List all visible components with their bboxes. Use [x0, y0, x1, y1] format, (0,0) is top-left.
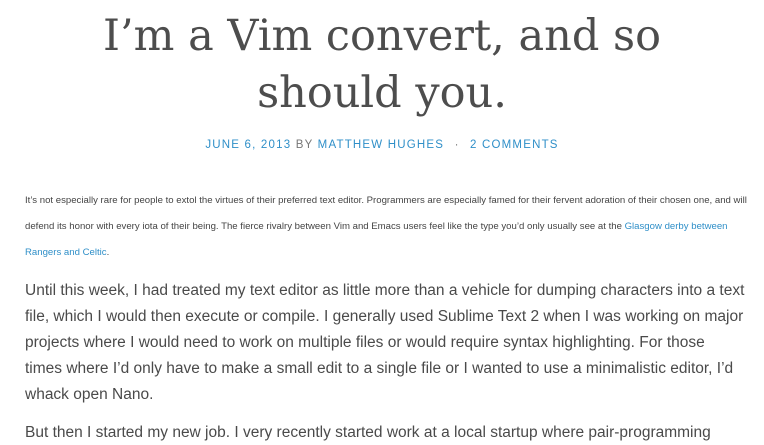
byline-by: BY — [295, 139, 314, 151]
article-title: I’m a Vim convert, and so should you. — [103, 11, 661, 118]
author-link[interactable]: MATTHEW HUGHES — [318, 139, 444, 151]
meta-separator: · — [454, 139, 460, 151]
intro-paragraph: It’s not especially rare for people to e… — [25, 188, 749, 266]
comments-link[interactable]: 2 COMMENTS — [470, 139, 559, 151]
intro-text-end: . — [106, 247, 110, 258]
post-meta: JUNE 6, 2013 BY MATTHEW HUGHES · 2 COMME… — [0, 139, 764, 151]
body-paragraph: But then I started my new job. I very re… — [25, 424, 711, 441]
article: I’m a Vim convert, and so should you. JU… — [0, 0, 764, 445]
body-paragraph: Until this week, I had treated my text e… — [25, 282, 745, 403]
post-date-link[interactable]: JUNE 6, 2013 — [205, 139, 291, 151]
